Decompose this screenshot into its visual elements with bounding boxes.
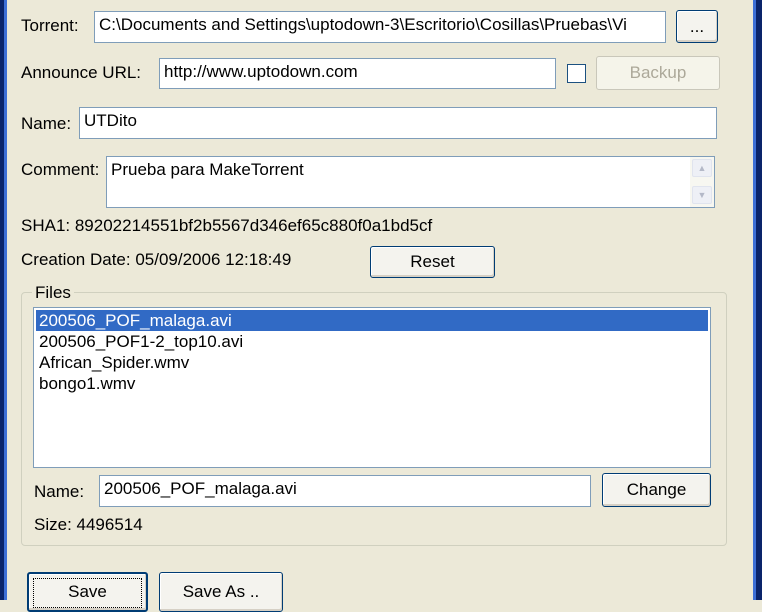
browse-button[interactable]: ... [676, 10, 718, 43]
comment-text: Prueba para MakeTorrent [111, 160, 304, 179]
file-list-item[interactable]: bongo1.wmv [36, 373, 708, 394]
file-name-input[interactable]: 200506_POF_malaga.avi [99, 475, 591, 507]
torrent-label: Torrent: [21, 16, 79, 35]
comment-textarea[interactable]: Prueba para MakeTorrent [106, 156, 715, 208]
save-as-button[interactable]: Save As .. [159, 572, 283, 612]
comment-scrollbar[interactable]: ▲ ▼ [690, 157, 714, 207]
file-name-label: Name: [34, 482, 85, 501]
window-frame-left [0, 0, 7, 600]
file-list-item[interactable]: African_Spider.wmv [36, 352, 708, 373]
sha1-text: SHA1: 89202214551bf2b5567d346ef65c880f0a… [21, 216, 433, 235]
change-button[interactable]: Change [602, 473, 711, 507]
scroll-down-arrow-icon[interactable]: ▼ [692, 186, 712, 204]
backup-checkbox[interactable] [567, 64, 586, 83]
comment-label: Comment: [21, 160, 100, 179]
file-list-item[interactable]: 200506_POF_malaga.avi [36, 310, 708, 331]
files-listbox[interactable]: 200506_POF_malaga.avi 200506_POF1-2_top1… [33, 307, 711, 468]
reset-button[interactable]: Reset [370, 246, 495, 278]
backup-button[interactable]: Backup [596, 56, 720, 90]
name-label: Name: [21, 114, 72, 133]
scroll-up-arrow-icon[interactable]: ▲ [692, 159, 712, 177]
name-input[interactable]: UTDito [79, 107, 717, 139]
creation-date-text: Creation Date: 05/09/2006 12:18:49 [21, 250, 292, 269]
announce-url-label: Announce URL: [21, 63, 142, 82]
file-list-item[interactable]: 200506_POF1-2_top10.avi [36, 331, 708, 352]
announce-url-input[interactable]: http://www.uptodown.com [159, 58, 556, 89]
window-frame-right [753, 0, 762, 600]
files-group-title: Files [32, 283, 74, 303]
torrent-path-input[interactable]: C:\Documents and Settings\uptodown-3\Esc… [94, 11, 666, 43]
file-size-text: Size: 4496514 [34, 515, 143, 534]
save-button[interactable]: Save [27, 572, 148, 612]
